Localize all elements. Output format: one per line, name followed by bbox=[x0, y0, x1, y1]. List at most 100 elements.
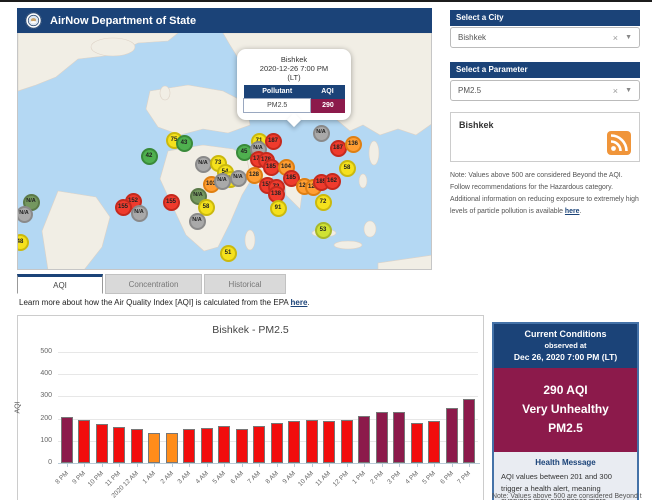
parameter-select-value: PM2.5 bbox=[458, 86, 613, 95]
x-axis-tick bbox=[119, 464, 120, 467]
x-axis-tick bbox=[364, 464, 365, 467]
current-aqi-value: 290 AQI bbox=[496, 381, 635, 400]
x-axis-tick bbox=[399, 464, 400, 467]
chevron-down-icon[interactable]: ▼ bbox=[625, 87, 632, 94]
x-axis-tick bbox=[417, 464, 418, 467]
y-axis-tick-label: 200 bbox=[24, 415, 52, 422]
current-aqi-category: Very Unhealthy bbox=[496, 400, 635, 419]
airnow-page: AirNow Department of State bbox=[0, 0, 652, 500]
aqi-map-marker[interactable]: N/A bbox=[313, 125, 330, 142]
y-axis-tick-label: 400 bbox=[24, 370, 52, 377]
chart-gridline bbox=[58, 419, 478, 420]
popup-col-pollutant: Pollutant bbox=[244, 85, 311, 99]
aqi-map-marker[interactable]: 42 bbox=[141, 148, 158, 165]
aqi-map-marker[interactable]: 187 bbox=[330, 140, 347, 157]
epa-here-link[interactable]: here bbox=[291, 298, 308, 307]
parameter-select[interactable]: PM2.5 × ▼ bbox=[450, 80, 640, 101]
aqi-map-marker[interactable]: 53 bbox=[315, 222, 332, 239]
current-conditions-title: Current Conditions bbox=[496, 329, 635, 339]
aqi-bar bbox=[428, 421, 440, 463]
aqi-bar bbox=[236, 429, 248, 463]
aqi-bar bbox=[201, 428, 213, 463]
aqi-map-marker[interactable]: 155 bbox=[163, 194, 180, 211]
x-axis-tick bbox=[207, 464, 208, 467]
city-select[interactable]: Bishkek × ▼ bbox=[450, 27, 640, 48]
chart-gridline bbox=[58, 374, 478, 375]
current-conditions-panel: Current Conditions observed at Dec 26, 2… bbox=[492, 322, 639, 500]
city-select-value: Bishkek bbox=[458, 33, 613, 42]
popup-aqi-value: 290 bbox=[311, 99, 345, 113]
aqi-map-marker[interactable]: 162 bbox=[324, 173, 341, 190]
clear-icon[interactable]: × bbox=[613, 33, 618, 43]
select-city-header: Select a City bbox=[450, 10, 640, 26]
x-axis-tick bbox=[102, 464, 103, 467]
y-axis-tick-label: 500 bbox=[24, 348, 52, 355]
app-header: AirNow Department of State bbox=[17, 8, 432, 33]
aqi-map-marker[interactable]: 136 bbox=[345, 136, 362, 153]
aqi-map-marker[interactable]: 155 bbox=[115, 199, 132, 216]
x-axis-tick bbox=[172, 464, 173, 467]
aqi-bar bbox=[218, 426, 230, 463]
aqi-bar bbox=[148, 433, 160, 463]
x-axis-tick bbox=[242, 464, 243, 467]
tab-concentration[interactable]: Concentration bbox=[105, 274, 202, 294]
aqi-map-marker[interactable]: 187 bbox=[265, 133, 282, 150]
world-map[interactable]: 754342N/A735470N/A103N/AN/A58N/AN/AN/A48… bbox=[17, 33, 432, 270]
x-axis-tick bbox=[329, 464, 330, 467]
aqi-map-marker[interactable]: 43 bbox=[176, 135, 193, 152]
tab-historical[interactable]: Historical bbox=[204, 274, 286, 294]
note-suffix: . bbox=[579, 208, 581, 215]
tab-aqi[interactable]: AQI bbox=[17, 274, 103, 294]
y-axis-title: AQI bbox=[15, 401, 22, 413]
current-aqi-pollutant: PM2.5 bbox=[496, 419, 635, 438]
aqi-map-marker[interactable]: N/A bbox=[230, 170, 247, 187]
aqi-bar bbox=[183, 429, 195, 463]
y-axis-tick-label: 100 bbox=[24, 437, 52, 444]
window-top-border bbox=[0, 0, 652, 2]
aqi-bar bbox=[131, 429, 143, 463]
map-landmass bbox=[18, 33, 432, 270]
learn-more-suffix: . bbox=[307, 298, 309, 307]
aqi-bar bbox=[446, 408, 458, 464]
app-title: AirNow Department of State bbox=[50, 15, 196, 27]
popup-table: Pollutant AQI PM2.5 290 bbox=[243, 85, 345, 113]
chart-gridline bbox=[58, 352, 478, 353]
chart-plot-area: 0100200300400500AQI8 PM9 PM10 PM11 PM202… bbox=[18, 316, 485, 500]
aqi-map-marker[interactable]: 48 bbox=[17, 234, 29, 251]
popup-datetime: 2020-12-26 7:00 PM bbox=[243, 64, 345, 73]
y-axis-tick-label: 0 bbox=[24, 459, 52, 466]
clear-icon[interactable]: × bbox=[613, 86, 618, 96]
department-of-state-seal-icon bbox=[25, 12, 42, 29]
map-popup: Bishkek 2020-12-26 7:00 PM (LT) Pollutan… bbox=[237, 49, 351, 120]
aqi-bar bbox=[358, 416, 370, 463]
aqi-map-marker[interactable]: N/A bbox=[189, 213, 206, 230]
x-axis-tick bbox=[452, 464, 453, 467]
y-axis-tick-label: 300 bbox=[24, 392, 52, 399]
aqi-map-marker[interactable]: 185 bbox=[263, 159, 280, 176]
chevron-down-icon[interactable]: ▼ bbox=[625, 34, 632, 41]
aqi-bar bbox=[341, 420, 353, 463]
aqi-map-marker[interactable]: N/A bbox=[195, 156, 212, 173]
aqi-map-marker[interactable]: N/A bbox=[214, 173, 231, 190]
aqi-map-marker[interactable]: 51 bbox=[220, 245, 237, 262]
aqi-bar bbox=[306, 420, 318, 463]
popup-col-aqi: AQI bbox=[311, 85, 345, 99]
x-axis-tick bbox=[469, 464, 470, 467]
aqi-map-marker[interactable]: N/A bbox=[131, 205, 148, 222]
aqi-bar bbox=[288, 421, 300, 463]
aqi-bar bbox=[376, 412, 388, 463]
x-axis-tick bbox=[189, 464, 190, 467]
rss-icon[interactable] bbox=[607, 131, 631, 155]
aqi-map-marker[interactable]: 91 bbox=[270, 200, 287, 217]
aqi-bar bbox=[411, 423, 423, 463]
note-here-link[interactable]: here bbox=[565, 208, 580, 215]
aqi-map-marker[interactable]: 72 bbox=[315, 194, 332, 211]
current-aqi-block: 290 AQI Very Unhealthy PM2.5 bbox=[494, 368, 637, 452]
main-column: AirNow Department of State bbox=[17, 8, 432, 270]
aqi-map-marker[interactable]: 58 bbox=[339, 160, 356, 177]
learn-more-text: Learn more about how the Air Quality Ind… bbox=[19, 298, 310, 307]
aqi-chart-panel: Bishkek - PM2.5 0100200300400500AQI8 PM9… bbox=[17, 315, 484, 500]
x-axis-tick bbox=[67, 464, 68, 467]
aqi-bar bbox=[166, 433, 178, 463]
aqi-map-marker[interactable]: N/A bbox=[17, 206, 33, 223]
